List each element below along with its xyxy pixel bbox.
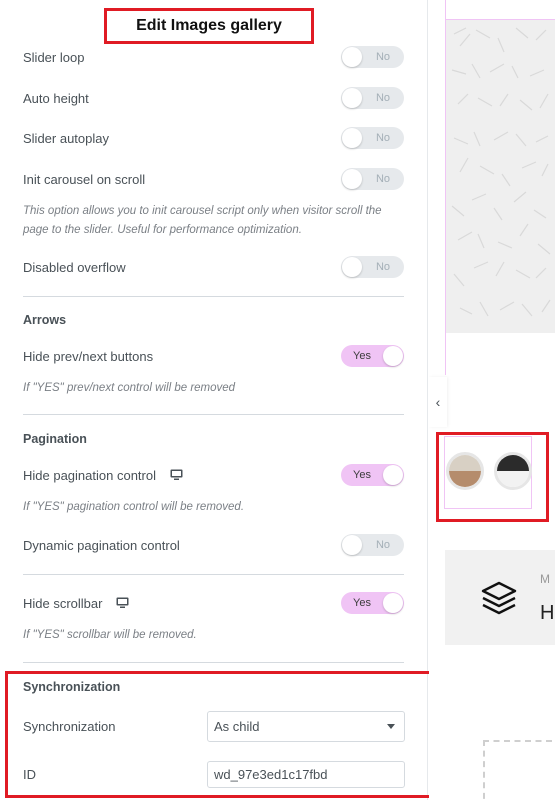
slider-loop-row: Slider loop No <box>23 42 404 72</box>
divider <box>23 414 404 415</box>
init-carousel-row: Init carousel on scroll No <box>23 164 404 194</box>
init-carousel-label: Init carousel on scroll <box>23 171 146 187</box>
dynamic-pagination-label: Dynamic pagination control <box>23 537 180 553</box>
toggle-knob <box>342 535 362 555</box>
hide-pagination-text: Hide pagination control <box>23 467 156 483</box>
toggle-knob <box>342 47 362 67</box>
toggle-value: No <box>375 173 390 185</box>
hide-pagination-toggle[interactable]: Yes <box>341 464 404 486</box>
desktop-monitor-icon[interactable] <box>116 597 130 609</box>
slider-loop-toggle[interactable]: No <box>341 46 404 68</box>
arrows-note: If "YES" prev/next control will be remov… <box>23 382 236 394</box>
init-carousel-note: This option allows you to init carousel … <box>23 205 382 236</box>
disabled-overflow-row: Disabled overflow No <box>23 252 404 282</box>
toggle-value: No <box>375 539 390 551</box>
divider <box>23 296 404 297</box>
toggle-value: No <box>375 92 390 104</box>
dynamic-pagination-row: Dynamic pagination control No <box>23 530 404 560</box>
pattern-graphic <box>451 27 551 317</box>
pagination-note: If "YES" pagination control will be remo… <box>23 501 245 513</box>
toggle-value: No <box>375 261 390 273</box>
toggle-value: Yes <box>353 469 371 481</box>
auto-height-toggle[interactable]: No <box>341 87 404 109</box>
auto-height-label: Auto height <box>23 90 89 106</box>
slider-autoplay-label: Slider autoplay <box>23 130 109 146</box>
divider <box>23 662 404 663</box>
toggle-knob <box>342 257 362 277</box>
toggle-knob <box>342 88 362 108</box>
toggle-value: Yes <box>353 597 371 609</box>
divider <box>23 574 404 575</box>
widget-mini-text: M <box>540 572 550 586</box>
layers-icon <box>481 581 517 615</box>
toggle-value: No <box>375 132 390 144</box>
auto-height-row: Auto height No <box>23 83 404 113</box>
disabled-overflow-toggle[interactable]: No <box>341 256 404 278</box>
toggle-knob <box>383 346 403 366</box>
toggle-knob <box>342 128 362 148</box>
swatch-highlight <box>436 432 549 522</box>
arrows-section-title: Arrows <box>23 313 67 327</box>
hide-prev-next-label: Hide prev/next buttons <box>23 348 154 364</box>
toggle-value: No <box>375 51 390 63</box>
synchronization-highlight <box>5 671 438 798</box>
slider-autoplay-toggle[interactable]: No <box>341 127 404 149</box>
hide-prev-next-row: Hide prev/next buttons Yes <box>23 341 404 371</box>
drop-zone[interactable] <box>483 740 555 800</box>
desktop-monitor-icon[interactable] <box>170 469 184 481</box>
hide-scrollbar-row: Hide scrollbar Yes <box>23 588 404 618</box>
panel-title: Edit Images gallery <box>104 8 314 44</box>
hide-scrollbar-toggle[interactable]: Yes <box>341 592 404 614</box>
toggle-knob <box>383 465 403 485</box>
widget-card[interactable]: M H <box>445 550 555 645</box>
preview-area: ‹ M H <box>429 0 555 800</box>
chevron-left-icon[interactable]: ‹ <box>429 377 447 427</box>
gallery-image-pattern[interactable] <box>445 20 555 333</box>
toggle-knob <box>342 169 362 189</box>
init-carousel-toggle[interactable]: No <box>341 168 404 190</box>
gallery-below-space <box>445 333 555 375</box>
hide-pagination-row: Hide pagination control Yes <box>23 460 404 490</box>
hide-scrollbar-text: Hide scrollbar <box>23 595 103 611</box>
hide-scrollbar-label: Hide scrollbar <box>23 596 130 611</box>
hide-prev-next-toggle[interactable]: Yes <box>341 345 404 367</box>
scrollbar-note: If "YES" scrollbar will be removed. <box>23 629 197 641</box>
toggle-value: Yes <box>353 350 371 362</box>
slider-autoplay-row: Slider autoplay No <box>23 123 404 153</box>
dynamic-pagination-toggle[interactable]: No <box>341 534 404 556</box>
toggle-knob <box>383 593 403 613</box>
disabled-overflow-label: Disabled overflow <box>23 259 126 275</box>
widget-big-text: H <box>540 602 555 624</box>
pagination-section-title: Pagination <box>23 432 87 446</box>
preview-top-strip <box>445 0 555 20</box>
slider-loop-label: Slider loop <box>23 49 85 65</box>
hide-pagination-label: Hide pagination control <box>23 468 184 483</box>
